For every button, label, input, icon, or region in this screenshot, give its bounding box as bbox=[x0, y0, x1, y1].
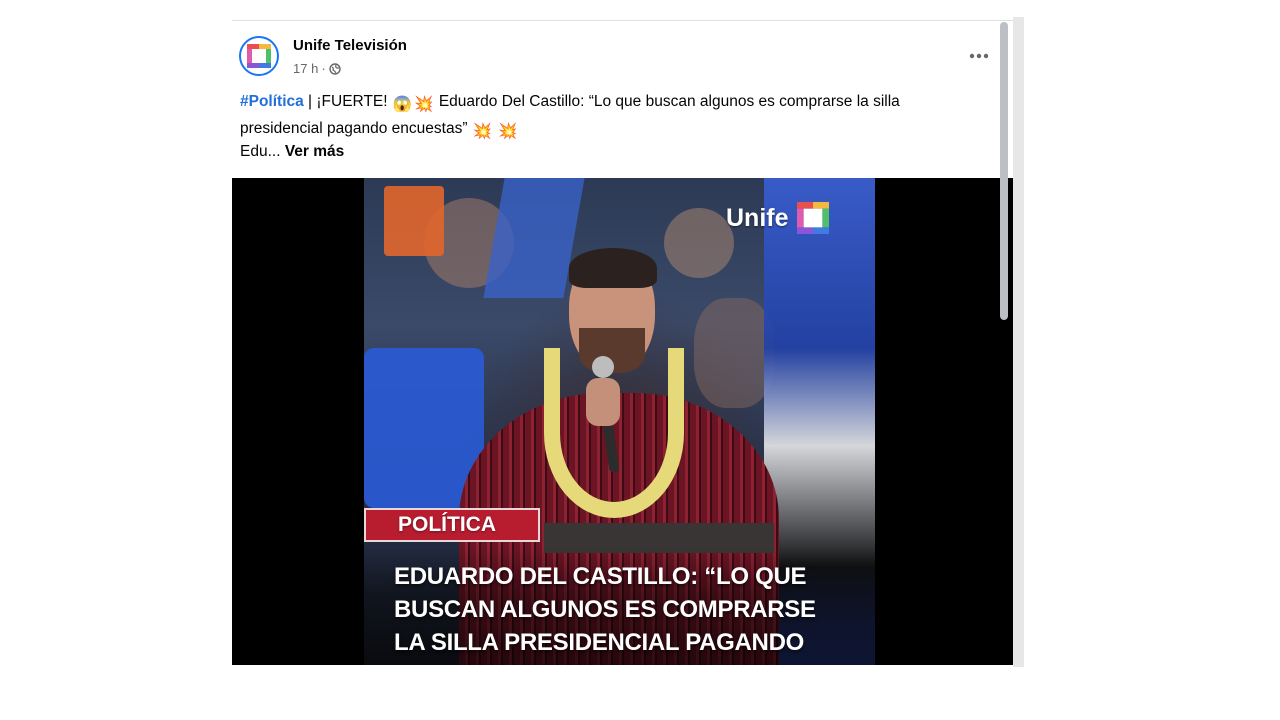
page-avatar[interactable] bbox=[239, 36, 279, 76]
crowd-figure bbox=[664, 208, 734, 278]
caption-truncated: Edu... Ver más bbox=[240, 143, 344, 161]
unife-logo-icon bbox=[796, 202, 829, 234]
scrollbar-thumb[interactable] bbox=[1000, 22, 1008, 320]
facebook-post: Unife Televisión 17 h · #Política | ¡FUE… bbox=[232, 20, 1013, 665]
watermark-text: Unife bbox=[726, 203, 789, 232]
unife-watermark: Unife bbox=[726, 202, 829, 234]
meta-separator: · bbox=[321, 61, 326, 76]
crowd-figure bbox=[694, 298, 774, 408]
caption-truncated-text: Edu... bbox=[240, 143, 285, 160]
collision-emoji-icon: 💥 bbox=[472, 123, 493, 140]
more-options-icon bbox=[969, 53, 989, 59]
post-caption: #Política | ¡FUERTE! 😱 💥 Eduardo Del Cast… bbox=[240, 90, 960, 144]
politics-tag-text: POLÍTICA bbox=[398, 513, 496, 536]
scream-emoji-icon: 😱 bbox=[392, 96, 413, 113]
page-name-link[interactable]: Unife Televisión bbox=[293, 37, 407, 54]
orange-sign bbox=[384, 186, 444, 256]
speaker-hair bbox=[569, 248, 657, 288]
more-options-button[interactable] bbox=[962, 43, 996, 69]
collision-emoji-icon: 💥 bbox=[498, 123, 518, 140]
video-frame[interactable]: Unife POLÍTICA EDUARDO DEL CASTILLO: “LO… bbox=[364, 178, 875, 665]
scrollbar-track[interactable] bbox=[1013, 17, 1024, 667]
post-media[interactable]: Unife POLÍTICA EDUARDO DEL CASTILLO: “LO… bbox=[232, 178, 1013, 665]
hashtag-link[interactable]: #Política bbox=[240, 93, 304, 110]
globe-icon bbox=[328, 62, 341, 75]
unife-logo-icon bbox=[247, 44, 271, 68]
speaker-hand bbox=[586, 378, 620, 426]
caption-text-start: | ¡FUERTE! bbox=[303, 93, 392, 110]
post-meta: 17 h · bbox=[293, 61, 341, 76]
collision-emoji-icon: 💥 bbox=[414, 96, 434, 113]
microphone-head bbox=[592, 356, 614, 378]
see-more-link[interactable]: Ver más bbox=[285, 143, 344, 160]
post-timestamp[interactable]: 17 h bbox=[293, 61, 318, 76]
video-headline: EDUARDO DEL CASTILLO: “LO QUE BUSCAN ALG… bbox=[394, 563, 816, 656]
